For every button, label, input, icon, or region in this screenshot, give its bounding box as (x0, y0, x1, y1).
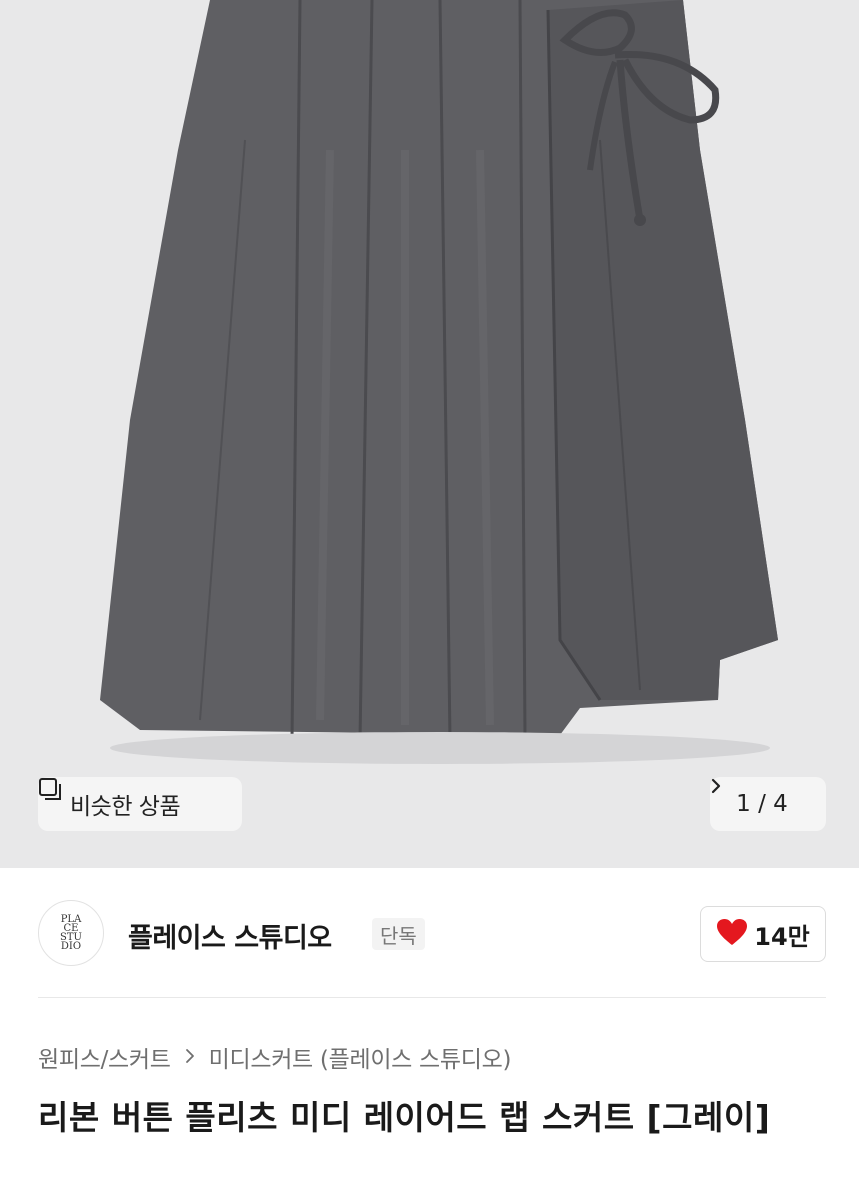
like-button[interactable]: 14만 (700, 906, 826, 962)
image-counter-button[interactable]: 1 / 4 (710, 777, 826, 831)
similar-products-button[interactable]: 비슷한 상품 (38, 777, 242, 831)
heart-icon (716, 918, 748, 950)
seller-logo[interactable]: PLACE STUDIO (38, 900, 104, 966)
image-counter: 1 / 4 (736, 791, 788, 817)
similar-products-label: 비슷한 상품 (70, 794, 181, 820)
breadcrumb-subcategory[interactable]: 미디스커트 (플레이스 스튜디오) (209, 1040, 512, 1074)
breadcrumb: 원피스/스커트 미디스커트 (플레이스 스튜디오) (38, 1040, 511, 1074)
product-image-gallery[interactable]: 비슷한 상품 1 / 4 (0, 0, 859, 868)
product-title: 리본 버튼 플리츠 미디 레이어드 랩 스커트 [그레이] (38, 1098, 771, 1137)
product-image (100, 0, 778, 764)
seller-logo-text: PLACE STUDIO (60, 914, 82, 952)
seller-name[interactable]: 플레이스 스튜디오 (128, 916, 332, 955)
seller-row: PLACE STUDIO 플레이스 스튜디오 단독 14만 (38, 898, 826, 972)
chevron-right-icon (185, 1044, 195, 1070)
like-count: 14만 (754, 922, 810, 951)
section-divider (38, 997, 826, 998)
exclusive-badge: 단독 (372, 918, 425, 950)
breadcrumb-category[interactable]: 원피스/스커트 (38, 1040, 171, 1074)
